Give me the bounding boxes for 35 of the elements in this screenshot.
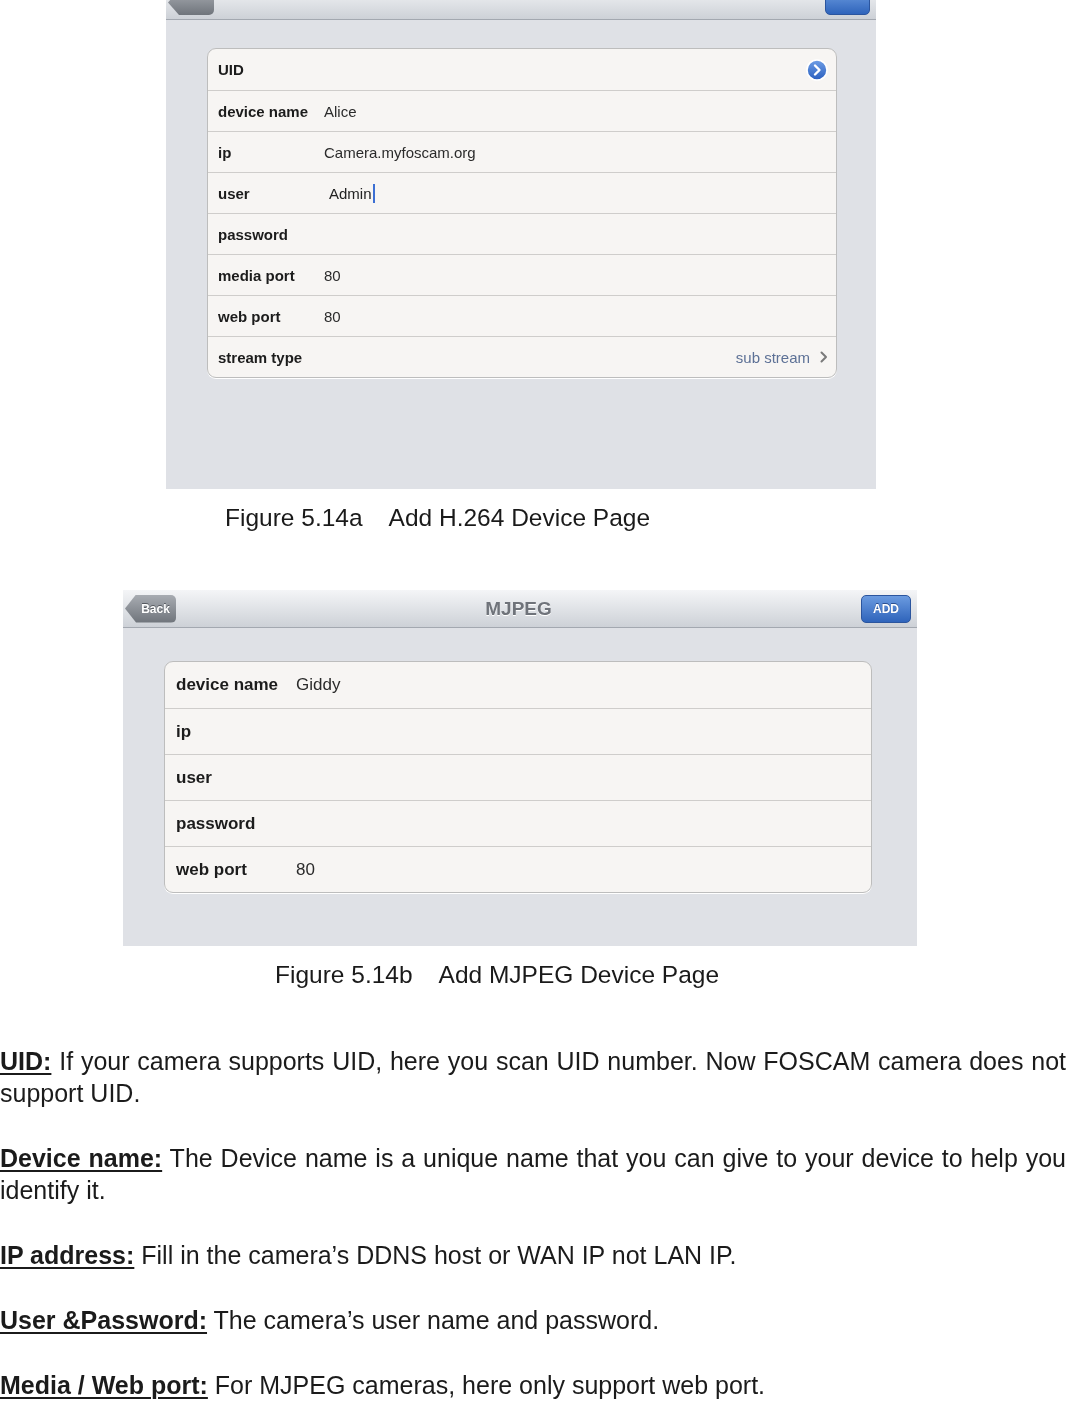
nav-title: MJPEG (485, 597, 552, 620)
text-cursor-icon (372, 183, 375, 203)
field-label: password (218, 225, 290, 243)
chevron-right-icon (820, 351, 828, 363)
field-label: web port (218, 307, 282, 325)
field-label: web port (176, 859, 248, 880)
field-label: password (176, 813, 257, 834)
text-field[interactable]: Giddy (296, 662, 871, 708)
text-field[interactable]: Admin (324, 173, 836, 213)
field-label: device name (176, 675, 280, 695)
description-paragraph: UID: If your camera supports UID, here you scan UID number. Now FOSCAM camera does not support UID. (0, 1046, 1066, 1109)
description-paragraph: User &Password: The camera’s user name and password. (0, 1305, 661, 1336)
add-button[interactable]: ADD (861, 594, 911, 623)
field-label: stream type (218, 348, 304, 366)
picker-button[interactable]: sub stream (735, 348, 828, 366)
text-field[interactable]: 80 (324, 296, 836, 336)
description-paragraph: Device name: The Device name is a unique name that you can give to your device to help you identify it. (0, 1143, 1066, 1206)
field-label: media port (218, 266, 296, 284)
text-field[interactable]: 80 (324, 255, 836, 295)
field-label: ip (176, 721, 193, 742)
text-field[interactable]: Alice (324, 91, 836, 131)
figure-number: Figure 5.14b (275, 960, 413, 990)
text-field[interactable]: Camera.myfoscam.org (324, 132, 836, 172)
field-label: user (176, 767, 213, 788)
field-label: device name (218, 102, 310, 120)
chevron-circle-icon[interactable] (806, 58, 828, 81)
figure-number: Figure 5.14a (225, 503, 363, 533)
field-label: user (218, 184, 251, 202)
field-label: UID (218, 61, 245, 78)
field-label: ip (218, 143, 233, 161)
description-paragraph: Media / Web port: For MJPEG cameras, here only support web port. (0, 1370, 767, 1401)
description-paragraph: IP address: Fill in the camera’s DDNS host or WAN IP not LAN IP. (0, 1240, 738, 1271)
figure-caption: Add H.264 Device Page (388, 503, 651, 533)
text-field[interactable]: 80 (296, 847, 871, 892)
figure-caption: Add MJPEG Device Page (438, 960, 720, 990)
